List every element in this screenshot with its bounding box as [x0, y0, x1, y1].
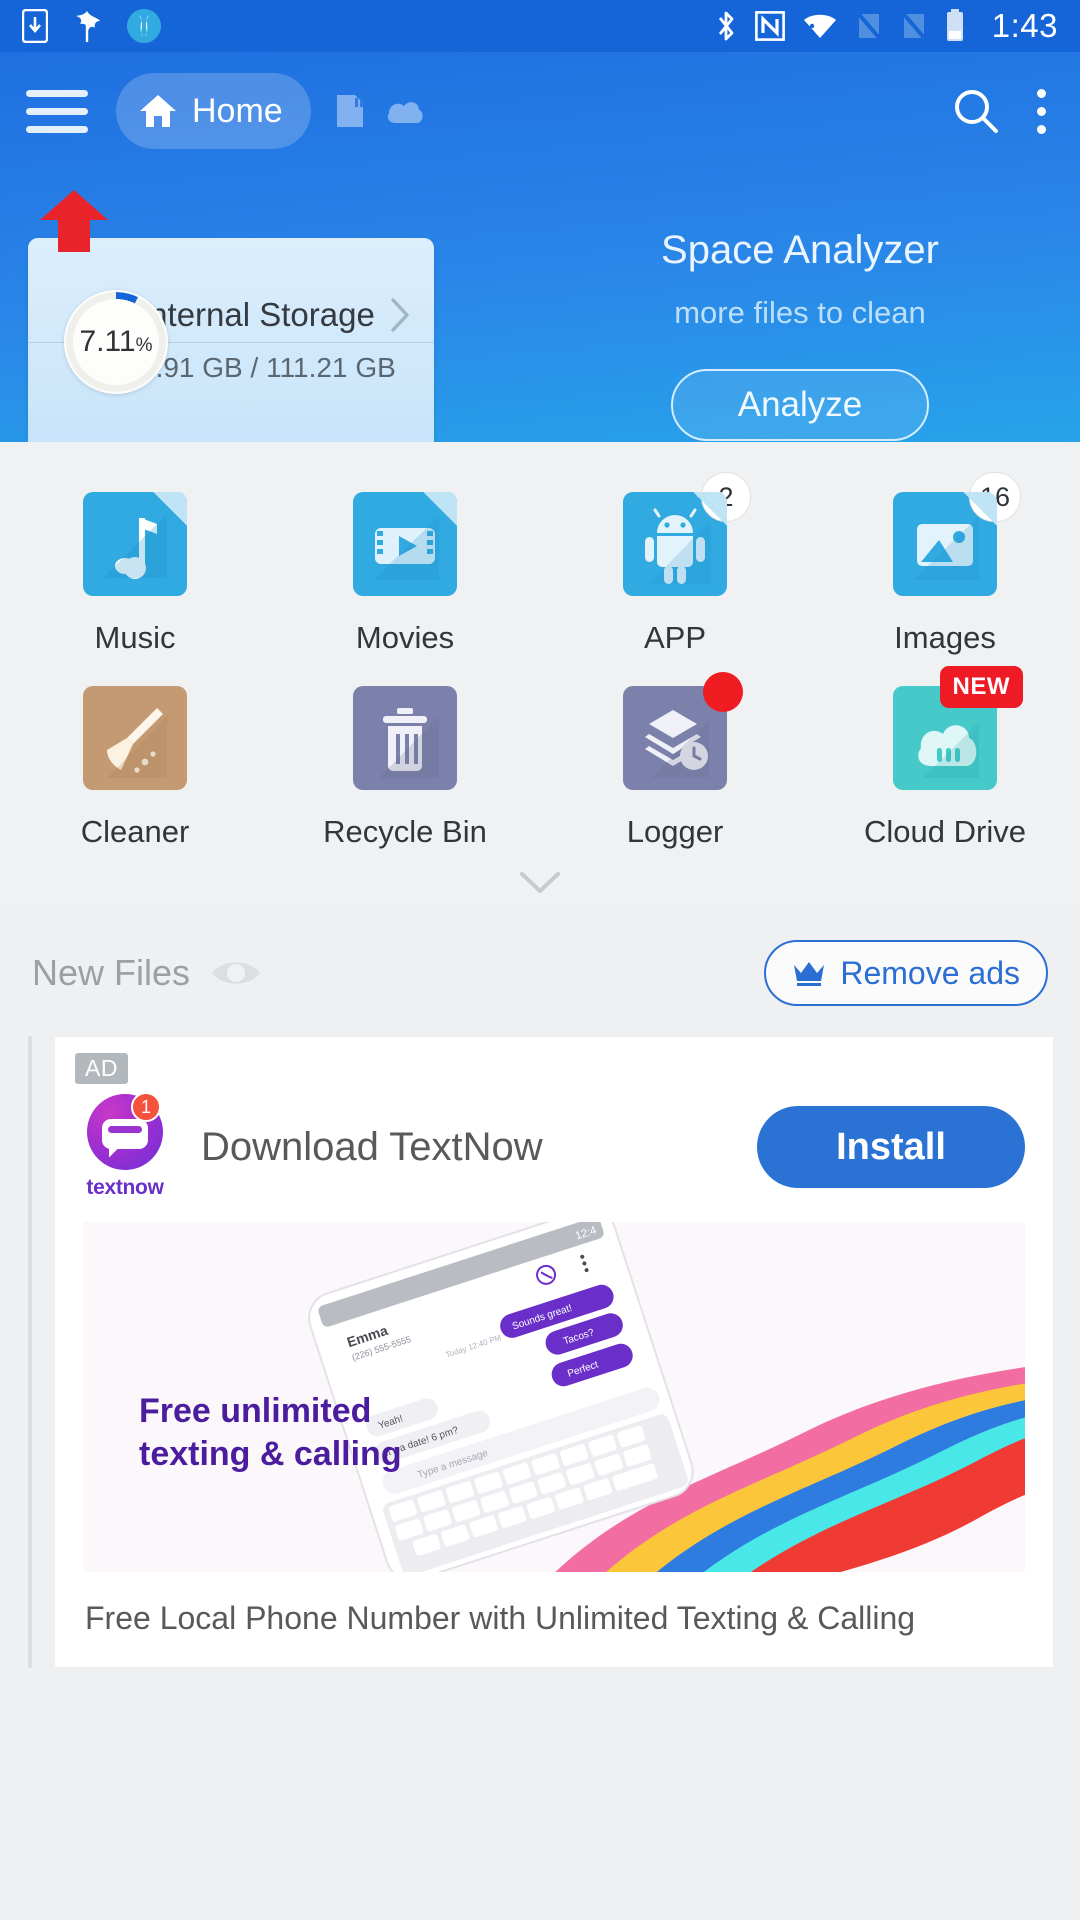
- grid-label-app: APP: [643, 620, 707, 655]
- chevron-down-icon[interactable]: [0, 850, 1080, 906]
- ad-card[interactable]: AD 1 textnow Download TextNow Install 12…: [54, 1036, 1054, 1668]
- storage-card-title: Internal Storage: [140, 296, 375, 333]
- eye-icon[interactable]: [210, 956, 262, 990]
- remove-ads-label: Remove ads: [840, 954, 1020, 991]
- app-root: 1:43 Home 7.11% Internal Storage 7.91 GB…: [0, 0, 1080, 1920]
- app-bar: Home: [0, 52, 1080, 170]
- shortcut-grid-section: Music Movies 2 APP 16 Images Cleaner Rec…: [0, 442, 1080, 906]
- leaf-icon: [70, 9, 104, 43]
- ad-banner-line-2: texting & calling: [139, 1434, 402, 1473]
- grid-item-cleaner[interactable]: Cleaner: [0, 664, 270, 850]
- new-files-title: New Files: [32, 952, 191, 993]
- grid-item-music[interactable]: Music: [0, 470, 270, 656]
- grid-label-cloud-drive: Cloud Drive: [864, 814, 1026, 849]
- ad-footer-text: Free Local Phone Number with Unlimited T…: [85, 1600, 916, 1636]
- grid-label-music: Music: [94, 620, 176, 655]
- broom-icon: [83, 686, 187, 790]
- space-analyzer-subtitle: more files to clean: [674, 295, 926, 330]
- textnow-logo-badge: 1: [131, 1092, 161, 1122]
- feed-area: AD 1 textnow Download TextNow Install 12…: [0, 1036, 1080, 1668]
- photo-file-icon: 16: [893, 472, 1021, 596]
- hamburger-menu-icon[interactable]: [26, 85, 88, 137]
- trash-bin-icon: [353, 686, 457, 790]
- textnow-logo-circle: 1: [87, 1092, 163, 1170]
- storage-card-title-row: Internal Storage: [140, 296, 411, 334]
- search-icon[interactable]: [950, 85, 1002, 137]
- status-bar-left-icons: [21, 8, 162, 44]
- hero-header: Home 7.11% Internal Storage 7.91 GB / 11…: [0, 52, 1080, 442]
- install-button[interactable]: Install: [757, 1106, 1025, 1188]
- home-tab[interactable]: Home: [116, 73, 311, 149]
- ad-banner-text: Free unlimited texting & calling: [139, 1390, 402, 1475]
- badge-dot-logger: [703, 672, 743, 712]
- grid-label-movies: Movies: [355, 620, 455, 655]
- status-bar-right-icons: 1:43: [714, 7, 1058, 45]
- layers-clock-icon: [623, 672, 743, 790]
- sim2-off-icon: [900, 10, 928, 42]
- red-up-arrow: [40, 190, 108, 252]
- badge-count-app: 2: [701, 472, 751, 522]
- wifi-icon: [802, 11, 838, 41]
- chevron-right-icon: [389, 297, 411, 333]
- ad-headline: Download TextNow: [201, 1124, 543, 1169]
- android-robot-icon: 2: [623, 472, 751, 596]
- feed-timeline: [28, 1036, 32, 1668]
- ad-banner-image[interactable]: 12:4 Emma (226) 555-5555 Sounds great! T…: [83, 1222, 1025, 1572]
- ad-header: 1 textnow Download TextNow Install: [55, 1084, 1053, 1222]
- storage-card-usage: 7.91 GB / 111.21 GB: [140, 352, 396, 383]
- remove-ads-button[interactable]: Remove ads: [764, 940, 1048, 1006]
- grid-item-logger[interactable]: Logger: [540, 664, 810, 850]
- grid-label-images: Images: [894, 620, 996, 655]
- more-vertical-icon[interactable]: [1036, 88, 1046, 134]
- ad-banner-line-1: Free unlimited: [139, 1392, 372, 1430]
- status-bar-clock: 1:43: [991, 7, 1058, 44]
- grid-label-recycle-bin: Recycle Bin: [323, 814, 487, 849]
- grid-item-images[interactable]: 16 Images: [810, 470, 1080, 656]
- space-analyzer-title: Space Analyzer: [661, 228, 939, 272]
- textnow-logo: 1 textnow: [83, 1092, 167, 1200]
- grid-item-recycle-bin[interactable]: Recycle Bin: [270, 664, 540, 850]
- badge-new-cloud-drive: NEW: [939, 666, 1023, 708]
- space-analyzer-panel: Space Analyzer more files to clean Analy…: [520, 228, 1080, 441]
- textnow-wordmark: textnow: [86, 1176, 164, 1199]
- shortcut-grid: Music Movies 2 APP 16 Images Cleaner Rec…: [0, 470, 1080, 850]
- app-logo-icon: [126, 8, 162, 44]
- analyze-button[interactable]: Analyze: [671, 369, 929, 441]
- storage-percent: 7.11%: [79, 325, 153, 358]
- speech-bubble-icon: [102, 1118, 148, 1149]
- ad-tag: AD: [75, 1053, 128, 1084]
- grid-item-movies[interactable]: Movies: [270, 470, 540, 656]
- cloud-icon[interactable]: [385, 95, 425, 127]
- battery-icon: [945, 9, 965, 43]
- music-note-file-icon: [83, 492, 187, 596]
- cloud-drive-icon: NEW: [893, 666, 1023, 790]
- sim-download-icon: [21, 8, 49, 44]
- badge-count-images: 16: [968, 472, 1021, 522]
- internal-storage-card[interactable]: 7.11% Internal Storage 7.91 GB / 111.21 …: [28, 238, 434, 442]
- crown-icon: [792, 959, 826, 987]
- app-bar-actions: [950, 85, 1054, 137]
- new-files-header: New Files Remove ads: [0, 906, 1080, 1006]
- grid-item-app[interactable]: 2 APP: [540, 470, 810, 656]
- home-icon: [138, 92, 178, 130]
- sdcard-icon[interactable]: [333, 93, 367, 129]
- home-tab-label: Home: [192, 91, 283, 130]
- grid-item-cloud-drive[interactable]: NEW Cloud Drive: [810, 664, 1080, 850]
- sim1-off-icon: [855, 10, 883, 42]
- bluetooth-icon: [714, 9, 738, 43]
- storage-usage-ring: 7.11%: [64, 290, 168, 394]
- video-file-icon: [353, 492, 457, 596]
- grid-label-logger: Logger: [626, 814, 724, 849]
- nfc-icon: [754, 11, 785, 41]
- grid-label-cleaner: Cleaner: [80, 814, 190, 849]
- status-bar: 1:43: [0, 0, 1080, 52]
